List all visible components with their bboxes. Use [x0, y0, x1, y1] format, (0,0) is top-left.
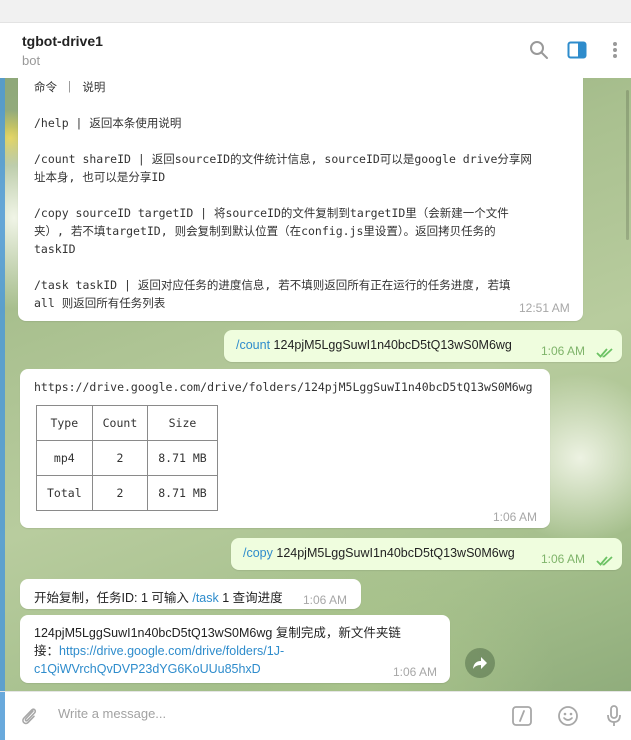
new-folder-link-cont[interactable]: c1QiWVrchQvDVP23dYG6KoUUu85hxD	[34, 662, 261, 676]
search-icon[interactable]	[528, 39, 550, 61]
window-left-edge	[0, 78, 5, 691]
help-line: /help | 返回本条使用说明	[34, 116, 182, 130]
table-header-cell: Size	[147, 405, 218, 441]
table-cell: 8.71 MB	[147, 440, 218, 476]
table-cell: mp4	[36, 440, 93, 476]
count-command-message[interactable]: /count 124pjM5LggSuwI1n40bcD5tQ13wS0M6wg…	[224, 330, 622, 362]
help-line	[34, 186, 574, 204]
help-text: 命令 ｜ 说明 /help | 返回本条使用说明 /count shareID …	[34, 78, 574, 312]
table-cell: 2	[91, 440, 149, 476]
paperclip-icon[interactable]	[17, 704, 41, 728]
table-cell: 8.71 MB	[147, 475, 218, 511]
message-text: /count 124pjM5LggSuwI1n40bcD5tQ13wS0M6wg	[236, 338, 512, 352]
table-row: Total 2 8.71 MB	[36, 475, 218, 511]
message-time: 1:06 AM	[303, 593, 348, 607]
help-line	[34, 258, 574, 276]
chat-scrollbar[interactable]	[626, 90, 629, 240]
message-time: 12:51 AM	[519, 301, 570, 315]
window-top-strip	[0, 0, 631, 23]
message-text: 124pjM5LggSuwI1n40bcD5tQ13wS0M6wg 复制完成，新…	[34, 624, 434, 678]
copy-argument: 124pjM5LggSuwI1n40bcD5tQ13wS0M6wg	[272, 546, 515, 560]
new-folder-link[interactable]: https://drive.google.com/drive/folders/1…	[59, 644, 284, 658]
count-command-link[interactable]: /count	[236, 338, 270, 352]
count-result-message[interactable]: https://drive.google.com/drive/folders/1…	[20, 369, 550, 528]
table-header-row: Type Count Size	[36, 405, 218, 441]
help-line: taskID	[34, 242, 76, 256]
double-check-icon	[596, 343, 614, 362]
table-header-cell: Count	[91, 405, 149, 441]
help-line	[34, 132, 574, 150]
help-line: 址本身, 也可以是分享ID	[34, 170, 166, 184]
copy-command-link[interactable]: /copy	[243, 546, 273, 560]
table-row: mp4 2 8.71 MB	[36, 440, 218, 476]
sidebar-toggle-icon[interactable]	[566, 39, 588, 61]
slash-command-icon[interactable]	[510, 704, 534, 728]
table-cell: 2	[91, 475, 149, 511]
help-line: /task taskID | 返回对应任务的进度信息, 若不填则返回所有正在运行…	[34, 278, 511, 292]
message-text: /copy 124pjM5LggSuwI1n40bcD5tQ13wS0M6wg	[243, 546, 515, 560]
copy-start-message[interactable]: 开始复制，任务ID: 1 可输入 /task 1 查询进度 1:06 AM	[20, 579, 361, 609]
help-line: all 则返回所有任务列表	[34, 296, 166, 310]
chat-title[interactable]: tgbot-drive1	[22, 33, 103, 49]
help-line: 夹）, 若不填targetID, 则会复制到默认位置（在config.js里设置…	[34, 224, 496, 238]
help-line: 命令 ｜ 说明	[34, 80, 106, 94]
message-time: 1:06 AM	[541, 344, 586, 358]
forward-icon[interactable]	[465, 648, 495, 678]
message-text: 开始复制，任务ID: 1 可输入 /task 1 查询进度	[34, 587, 283, 606]
copy-done-line1: 124pjM5LggSuwI1n40bcD5tQ13wS0M6wg 复制完成，新…	[34, 626, 401, 640]
table-header-cell: Type	[36, 405, 93, 441]
help-line: /copy sourceID targetID | 将sourceID的文件复制…	[34, 206, 509, 220]
stats-table: Type Count Size mp4 2 8.71 MB Total 2 8.71 MB	[36, 405, 218, 511]
help-line: /count shareID | 返回sourceID的文件统计信息, sour…	[34, 152, 532, 166]
more-vertical-icon[interactable]	[604, 39, 626, 61]
copy-start-suffix: 1 查询进度	[218, 591, 283, 605]
chat-subtitle: bot	[22, 53, 41, 68]
table-cell: Total	[36, 475, 93, 511]
help-message[interactable]: 命令 ｜ 说明 /help | 返回本条使用说明 /count shareID …	[18, 70, 583, 321]
message-time: 1:06 AM	[541, 552, 586, 566]
message-time: 1:06 AM	[393, 665, 438, 679]
copy-done-message[interactable]: 124pjM5LggSuwI1n40bcD5tQ13wS0M6wg 复制完成，新…	[20, 615, 450, 683]
task-command-link[interactable]: /task	[192, 591, 218, 605]
copy-done-line2-prefix: 接：	[34, 644, 60, 658]
message-input[interactable]: Write a message...	[58, 706, 166, 721]
copy-start-prefix: 开始复制，任务ID: 1 可输入	[34, 591, 193, 605]
count-argument: 124pjM5LggSuwI1n40bcD5tQ13wS0M6wg	[270, 338, 512, 352]
message-time: 1:06 AM	[493, 510, 538, 524]
help-line	[34, 96, 574, 114]
message-composer: Write a message...	[0, 691, 631, 740]
copy-command-message[interactable]: /copy 124pjM5LggSuwI1n40bcD5tQ13wS0M6wg …	[231, 538, 622, 570]
double-check-icon	[596, 551, 614, 570]
window-left-edge-bottom	[0, 692, 5, 740]
emoji-icon[interactable]	[556, 704, 580, 728]
folder-url[interactable]: https://drive.google.com/drive/folders/1…	[34, 378, 533, 396]
microphone-icon[interactable]	[602, 704, 626, 728]
